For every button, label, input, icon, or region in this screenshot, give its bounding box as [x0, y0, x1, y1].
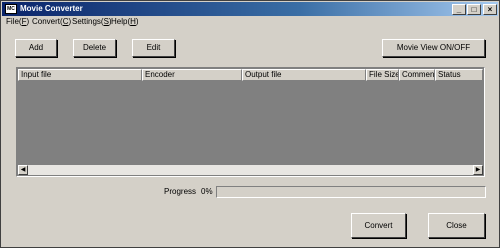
column-file-size[interactable]: File Size	[366, 69, 399, 81]
progress-bar	[216, 186, 486, 198]
scroll-left-arrow-icon[interactable]: ◀	[18, 165, 28, 175]
title-bar[interactable]: MC Movie Converter _ □ ×	[2, 2, 498, 16]
menu-help[interactable]: Help(H)	[111, 17, 139, 27]
file-list-header: Input file Encoder Output file File Size…	[18, 69, 483, 81]
close-window-button[interactable]: ×	[483, 4, 497, 15]
progress-label: Progress	[164, 187, 197, 196]
menu-convert-label: Convert(	[32, 17, 63, 26]
close-button[interactable]: Close	[428, 213, 485, 238]
add-button[interactable]: Add	[15, 39, 57, 57]
menu-settings[interactable]: Settings(S)	[72, 17, 112, 27]
menu-settings-label: Settings(	[72, 17, 104, 26]
delete-button[interactable]: Delete	[73, 39, 116, 57]
menu-convert[interactable]: Convert(C)	[32, 17, 71, 27]
minimize-button[interactable]: _	[452, 4, 466, 15]
horizontal-scrollbar[interactable]: ◀ ▶	[18, 165, 483, 175]
file-list[interactable]: Input file Encoder Output file File Size…	[16, 67, 485, 177]
column-output-file[interactable]: Output file	[242, 69, 366, 81]
column-status[interactable]: Status	[435, 69, 483, 81]
menu-help-label: Help(	[111, 17, 131, 26]
movie-view-toggle-button[interactable]: Movie View ON/OFF	[382, 39, 485, 57]
maximize-button[interactable]: □	[467, 4, 481, 15]
menu-file-label: File(	[6, 17, 22, 26]
column-comment[interactable]: Comment	[399, 69, 435, 81]
scroll-right-arrow-icon[interactable]: ▶	[473, 165, 483, 175]
column-encoder[interactable]: Encoder	[142, 69, 242, 81]
menu-bar: File(F) Convert(C) Settings(S) Help(H)	[2, 16, 498, 28]
menu-file-close-paren: )	[26, 17, 30, 26]
progress-percent: 0%	[201, 187, 213, 196]
menu-help-close-paren: )	[135, 17, 139, 26]
app-icon[interactable]: MC	[5, 4, 17, 14]
menu-convert-close-paren: )	[68, 17, 72, 26]
main-window: MC Movie Converter _ □ × File(F) Convert…	[0, 0, 500, 248]
edit-button[interactable]: Edit	[132, 39, 175, 57]
window-title: Movie Converter	[20, 4, 83, 13]
column-input-file[interactable]: Input file	[18, 69, 142, 81]
menu-file[interactable]: File(F)	[6, 17, 29, 27]
convert-button[interactable]: Convert	[351, 213, 406, 238]
